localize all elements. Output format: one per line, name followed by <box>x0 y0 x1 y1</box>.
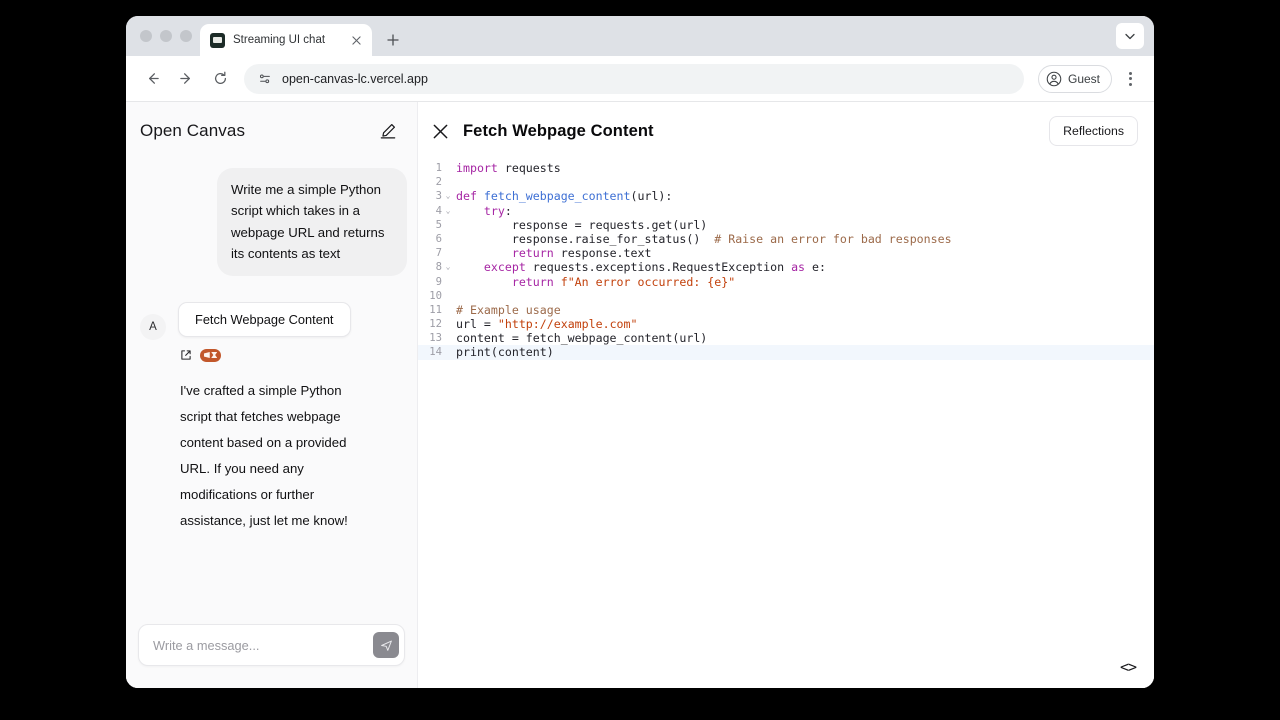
code-line[interactable]: 13 content = fetch_webpage_content(url) <box>418 331 1154 345</box>
code-text: return f"An error occurred: {e}" <box>511 274 736 289</box>
address-bar[interactable]: open-canvas-lc.vercel.app <box>244 63 1024 94</box>
close-icon[interactable] <box>432 123 449 140</box>
code-line[interactable]: 2 <box>418 175 1154 189</box>
code-line[interactable]: 10 <box>418 289 1154 303</box>
external-link-icon[interactable] <box>180 349 192 361</box>
code-text: response.raise_for_status() # Raise an e… <box>456 231 952 246</box>
line-number: 2 <box>435 176 442 189</box>
assistant-content: Fetch Webpage Content I've crafted a sim… <box>178 301 407 535</box>
chat-sidebar: Open Canvas Write me a simple Python scr… <box>126 102 418 688</box>
fold-chevron-icon[interactable]: ⌄ <box>442 189 454 203</box>
chevron-down-icon[interactable] <box>1116 23 1144 49</box>
line-number: 14 <box>429 346 442 359</box>
assistant-message-text: I've crafted a simple Python script that… <box>180 382 348 529</box>
line-number: 13 <box>429 332 442 345</box>
message-input[interactable] <box>153 637 373 653</box>
line-number: 11 <box>429 303 442 316</box>
browser-window: Streaming UI chat open-canvas-lc.vercel.… <box>126 16 1154 688</box>
message-composer <box>138 624 405 666</box>
line-number: 3 <box>435 190 442 203</box>
app-title: Open Canvas <box>140 121 246 140</box>
window-maximize-button[interactable] <box>180 30 192 42</box>
fold-chevron-icon[interactable]: ⌄ <box>442 204 454 218</box>
chat-message-list[interactable]: Write me a simple Python script which ta… <box>126 154 417 624</box>
code-editor[interactable]: 1 import requests 2 3 ⌄ def fetch_webpage_con… <box>418 154 1154 688</box>
profile-label: Guest <box>1067 71 1100 86</box>
line-number: 4 <box>435 204 442 217</box>
code-line[interactable]: 5 response = requests.get(url) <box>418 218 1154 232</box>
code-line[interactable]: 1 import requests <box>418 161 1154 175</box>
sidebar-header: Open Canvas <box>126 108 417 154</box>
line-number: 6 <box>435 232 442 245</box>
code-text: def fetch_webpage_content(url): <box>456 189 673 204</box>
tab-title: Streaming UI chat <box>233 34 326 46</box>
user-message-row: Write me a simple Python script which ta… <box>136 168 407 276</box>
page-body: Open Canvas Write me a simple Python scr… <box>126 102 1154 688</box>
line-number: 8 <box>435 261 442 274</box>
window-close-button[interactable] <box>140 30 152 42</box>
window-traffic-lights <box>136 16 200 56</box>
browser-toolbar: open-canvas-lc.vercel.app Guest <box>126 56 1154 102</box>
account-circle-icon <box>1046 71 1062 87</box>
code-text: try: <box>483 203 512 218</box>
compose-icon[interactable] <box>379 122 397 140</box>
fold-chevron-icon[interactable]: ⌄ <box>442 260 454 274</box>
code-text: url = "http://example.com" <box>456 317 638 332</box>
code-text: print(content) <box>456 345 554 360</box>
user-message-bubble: Write me a simple Python script which ta… <box>217 168 407 276</box>
langsmith-badge-icon[interactable] <box>200 348 221 362</box>
line-number: 9 <box>435 275 442 288</box>
code-line[interactable]: 11 # Example usage <box>418 303 1154 317</box>
browser-tab[interactable]: Streaming UI chat <box>200 24 372 56</box>
line-number: 5 <box>435 218 442 231</box>
url-text: open-canvas-lc.vercel.app <box>282 71 428 86</box>
assistant-message-actions <box>178 348 407 362</box>
code-lines: 1 import requests 2 3 ⌄ def fetch_webpage_con… <box>418 161 1154 360</box>
code-line[interactable]: 9 return f"An error occurred: {e}" <box>418 275 1154 289</box>
site-settings-icon[interactable] <box>258 72 272 86</box>
composer-wrapper <box>126 624 417 688</box>
code-text: except requests.exceptions.RequestExcept… <box>483 260 826 275</box>
code-line[interactable]: 3 ⌄ def fetch_webpage_content(url): <box>418 189 1154 203</box>
arrow-left-icon[interactable] <box>138 65 166 93</box>
arrow-right-icon[interactable] <box>172 65 200 93</box>
assistant-message-row: A Fetch Webpage Content I've crafted a s… <box>136 301 407 535</box>
send-button[interactable] <box>373 632 399 658</box>
reload-icon[interactable] <box>206 65 234 93</box>
kebab-menu-icon[interactable] <box>1118 65 1142 93</box>
artifact-button[interactable]: Fetch Webpage Content <box>178 301 351 337</box>
avatar: A <box>140 313 166 340</box>
line-number: 10 <box>429 289 442 302</box>
code-text: content = fetch_webpage_content(url) <box>456 331 708 346</box>
reflections-button[interactable]: Reflections <box>1049 116 1138 146</box>
code-line[interactable]: 8 ⌄ except requests.exceptions.RequestExc… <box>418 260 1154 274</box>
artifact-title: Fetch Webpage Content <box>463 121 654 140</box>
code-line[interactable]: 6 response.raise_for_status() # Raise an… <box>418 232 1154 246</box>
langchain-favicon <box>210 32 225 48</box>
code-text: import requests <box>456 161 561 175</box>
line-number: 7 <box>435 247 442 260</box>
profile-button[interactable]: Guest <box>1037 64 1112 93</box>
editor-header: Fetch Webpage Content Reflections <box>418 108 1154 154</box>
new-tab-button[interactable] <box>380 27 406 53</box>
line-number: 12 <box>429 318 442 331</box>
code-text: return response.text <box>511 246 652 261</box>
window-minimize-button[interactable] <box>160 30 172 42</box>
artifact-editor-pane: Fetch Webpage Content Reflections 1 impor… <box>418 102 1154 688</box>
code-line[interactable]: 12 url = "http://example.com" <box>418 317 1154 331</box>
line-number: 1 <box>435 162 442 174</box>
code-brackets-icon[interactable]: <> <box>1120 659 1137 674</box>
code-line[interactable]: 4 ⌄ try: <box>418 204 1154 218</box>
code-text: response = requests.get(url) <box>456 217 708 232</box>
browser-tab-strip: Streaming UI chat <box>126 16 1154 56</box>
code-line[interactable]: 14 print(content) <box>418 345 1154 360</box>
code-line[interactable]: 7 return response.text <box>418 246 1154 260</box>
code-text: # Example usage <box>456 302 561 317</box>
close-icon[interactable] <box>348 32 364 48</box>
